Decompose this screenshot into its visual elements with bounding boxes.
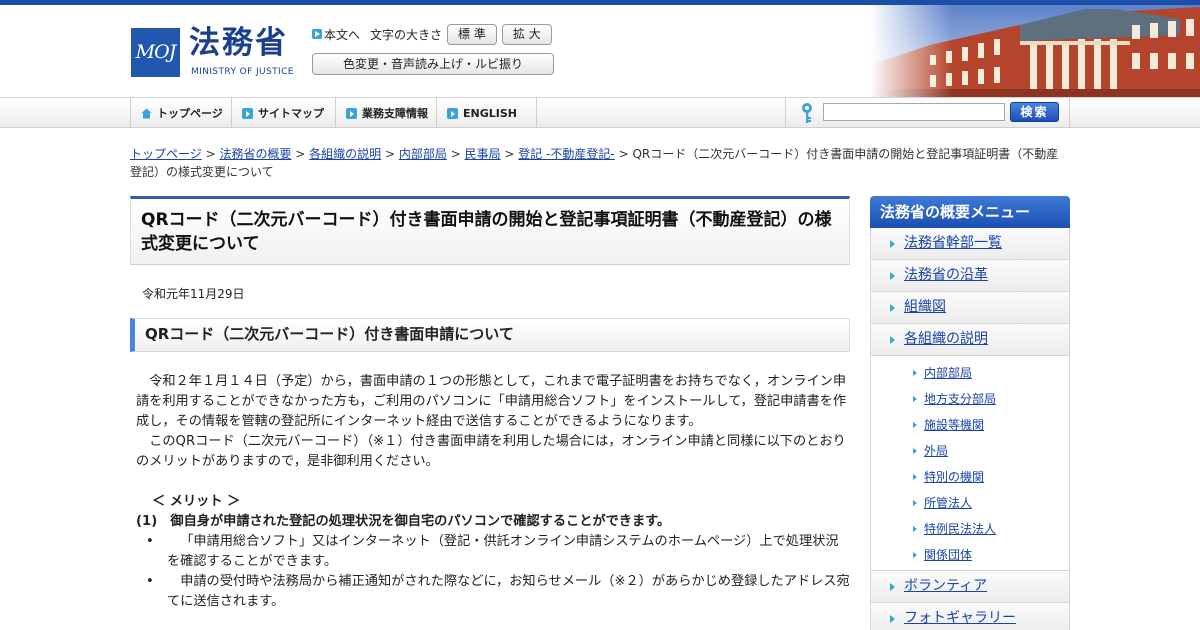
home-icon — [141, 108, 152, 118]
skip-to-content-link[interactable]: 本文へ — [312, 26, 360, 43]
sidebar-item-label[interactable]: フォトギャラリー — [904, 610, 1016, 626]
sidebar-item-history[interactable]: 法務省の沿革 — [870, 260, 1070, 292]
font-size-standard-button[interactable]: 標 準 — [447, 23, 497, 45]
font-size-label: 文字の大きさ — [370, 27, 443, 42]
page-title: QRコード（二次元バーコード）付き書面申請の開始と登記事項証明書（不動産登記）の… — [130, 196, 850, 265]
nav-label: サイトマップ — [258, 107, 324, 120]
nav-label: トップページ — [157, 107, 223, 120]
paragraph: このQRコード（二次元バーコード）（※１）付き書面申請を利用した場合には，オンラ… — [136, 434, 846, 469]
sidebar-subitem-related-organizations[interactable]: 関係団体 — [871, 542, 1069, 568]
list-item: 「申請用総合ソフト」又はインターネット（登記・供託オンライン申請システムのホーム… — [144, 532, 850, 572]
moj-logo-icon[interactable]: MOJ — [131, 28, 180, 77]
accessibility-button[interactable]: 色変更・音声読み上げ・ルビ振り — [312, 53, 554, 75]
sidebar-menu: 法務省の概要メニュー 法務省幹部一覧 法務省の沿革 組織図 各組織の説明 内部部… — [870, 196, 1070, 630]
search-input[interactable] — [823, 103, 1005, 121]
sidebar-item-label[interactable]: 各組織の説明 — [904, 331, 988, 347]
sidebar-subitem-affiliated-corporations[interactable]: 所管法人 — [871, 490, 1069, 516]
arrow-right-icon — [312, 29, 322, 39]
sidebar-subitem-external-bureaus[interactable]: 外局 — [871, 438, 1069, 464]
sidebar-item-label[interactable]: 組織図 — [904, 299, 946, 315]
sidebar-subitem-regional-offices[interactable]: 地方支分部局 — [871, 386, 1069, 412]
paragraph: 令和２年１月１４日（予定）から，書面申請の１つの形態として，これまで電子証明書を… — [136, 374, 847, 429]
sidebar-subitem-label[interactable]: 特例民法法人 — [924, 522, 996, 536]
article-body: 令和２年１月１４日（予定）から，書面申請の１つの形態として，これまで電子証明書を… — [130, 372, 850, 612]
main-content: QRコード（二次元バーコード）付き書面申請の開始と登記事項証明書（不動産登記）の… — [130, 196, 850, 612]
sidebar-subitem-special-organs[interactable]: 特別の機関 — [871, 464, 1069, 490]
arrow-right-icon — [242, 107, 253, 119]
nav-item-service-disruption[interactable]: 業務支障情報 — [335, 98, 436, 128]
breadcrumb-link-internal-bureaus[interactable]: 内部部局 — [399, 147, 447, 161]
sidebar-item-photo-gallery[interactable]: フォトギャラリー — [870, 603, 1070, 630]
sidebar-subitem-label[interactable]: 地方支分部局 — [924, 392, 996, 406]
sidebar-item-label[interactable]: ボランティア — [904, 578, 987, 594]
merit-item: (1) 御自身が申請された登記の処理状況を御自宅のパソコンで確認することができま… — [136, 514, 671, 529]
breadcrumb-link-top[interactable]: トップページ — [130, 147, 202, 161]
search-key-icon — [802, 103, 812, 123]
nav-item-english[interactable]: ENGLISH — [436, 98, 537, 128]
skip-to-content-label: 本文へ — [324, 27, 361, 42]
breadcrumb-link-real-estate-registration[interactable]: 登記 -不動産登記- — [518, 147, 614, 161]
sidebar-subitem-label[interactable]: 内部部局 — [924, 366, 972, 380]
sidebar-subitem-label[interactable]: 施設等機関 — [924, 418, 984, 432]
breadcrumb-link-overview[interactable]: 法務省の概要 — [219, 147, 291, 161]
global-nav: トップページ サイトマップ 業務支障情報 ENGLISH 検索 — [0, 97, 1200, 128]
search-button[interactable]: 検索 — [1010, 102, 1059, 122]
sidebar-submenu: 内部部局 地方支分部局 施設等機関 外局 特別の機関 所管法人 特例民法法人 関… — [870, 356, 1070, 571]
nav-label: ENGLISH — [463, 106, 517, 120]
nav-item-top-page[interactable]: トップページ — [130, 98, 231, 128]
sidebar-subitem-label[interactable]: 所管法人 — [924, 496, 972, 510]
list-item: 申請の受付時や法務局から補正通知がされた際などに，お知らせメール（※２）があらか… — [144, 572, 850, 612]
sidebar-item-label[interactable]: 法務省幹部一覧 — [904, 235, 1002, 251]
site-logo-title[interactable]: 法務省 — [189, 23, 288, 63]
nav-item-sitemap[interactable]: サイトマップ — [231, 98, 335, 128]
sidebar-item-org-chart[interactable]: 組織図 — [870, 292, 1070, 324]
sidebar-item-organizations[interactable]: 各組織の説明 — [870, 324, 1070, 356]
arrow-right-icon — [447, 107, 458, 119]
search-area: 検索 — [785, 98, 1070, 128]
sidebar-subitem-label[interactable]: 特別の機関 — [924, 470, 984, 484]
breadcrumb-link-organizations[interactable]: 各組織の説明 — [309, 147, 381, 161]
arrow-right-icon — [346, 107, 357, 119]
sidebar-subitem-label[interactable]: 関係団体 — [924, 548, 972, 562]
breadcrumb-link-civil-affairs[interactable]: 民事局 — [465, 147, 501, 161]
sidebar-item-executives[interactable]: 法務省幹部一覧 — [870, 228, 1070, 260]
site-header: MOJ 法務省 MINISTRY OF JUSTICE 本文へ 文字の大きさ 標… — [0, 5, 1200, 97]
ministry-building-image — [870, 5, 1200, 97]
section-heading: QRコード（二次元バーコード）付き書面申請について — [130, 318, 850, 352]
sidebar-item-label[interactable]: 法務省の沿革 — [904, 267, 988, 283]
breadcrumb: トップページ > 法務省の概要 > 各組織の説明 > 内部部局 > 民事局 > … — [130, 147, 1059, 179]
merit-bullet-list: 「申請用総合ソフト」又はインターネット（登記・供託オンライン申請システムのホーム… — [144, 532, 850, 612]
site-logo-subtitle[interactable]: MINISTRY OF JUSTICE — [191, 67, 294, 77]
sidebar-subitem-special-civil-law-corporations[interactable]: 特例民法法人 — [871, 516, 1069, 542]
sidebar-subitem-facilities[interactable]: 施設等機関 — [871, 412, 1069, 438]
header-utilities: 本文へ 文字の大きさ 標 準 拡 大 — [312, 23, 557, 45]
publish-date: 令和元年11月29日 — [142, 287, 245, 301]
nav-label: 業務支障情報 — [362, 107, 428, 120]
sidebar-item-volunteer[interactable]: ボランティア — [870, 571, 1070, 603]
sidebar-subitem-internal-bureaus[interactable]: 内部部局 — [871, 360, 1069, 386]
font-size-large-button[interactable]: 拡 大 — [501, 23, 552, 45]
sidebar-heading: 法務省の概要メニュー — [870, 196, 1070, 228]
merit-heading: ＜ メリット ＞ — [152, 494, 241, 509]
sidebar-subitem-label[interactable]: 外局 — [924, 444, 948, 458]
